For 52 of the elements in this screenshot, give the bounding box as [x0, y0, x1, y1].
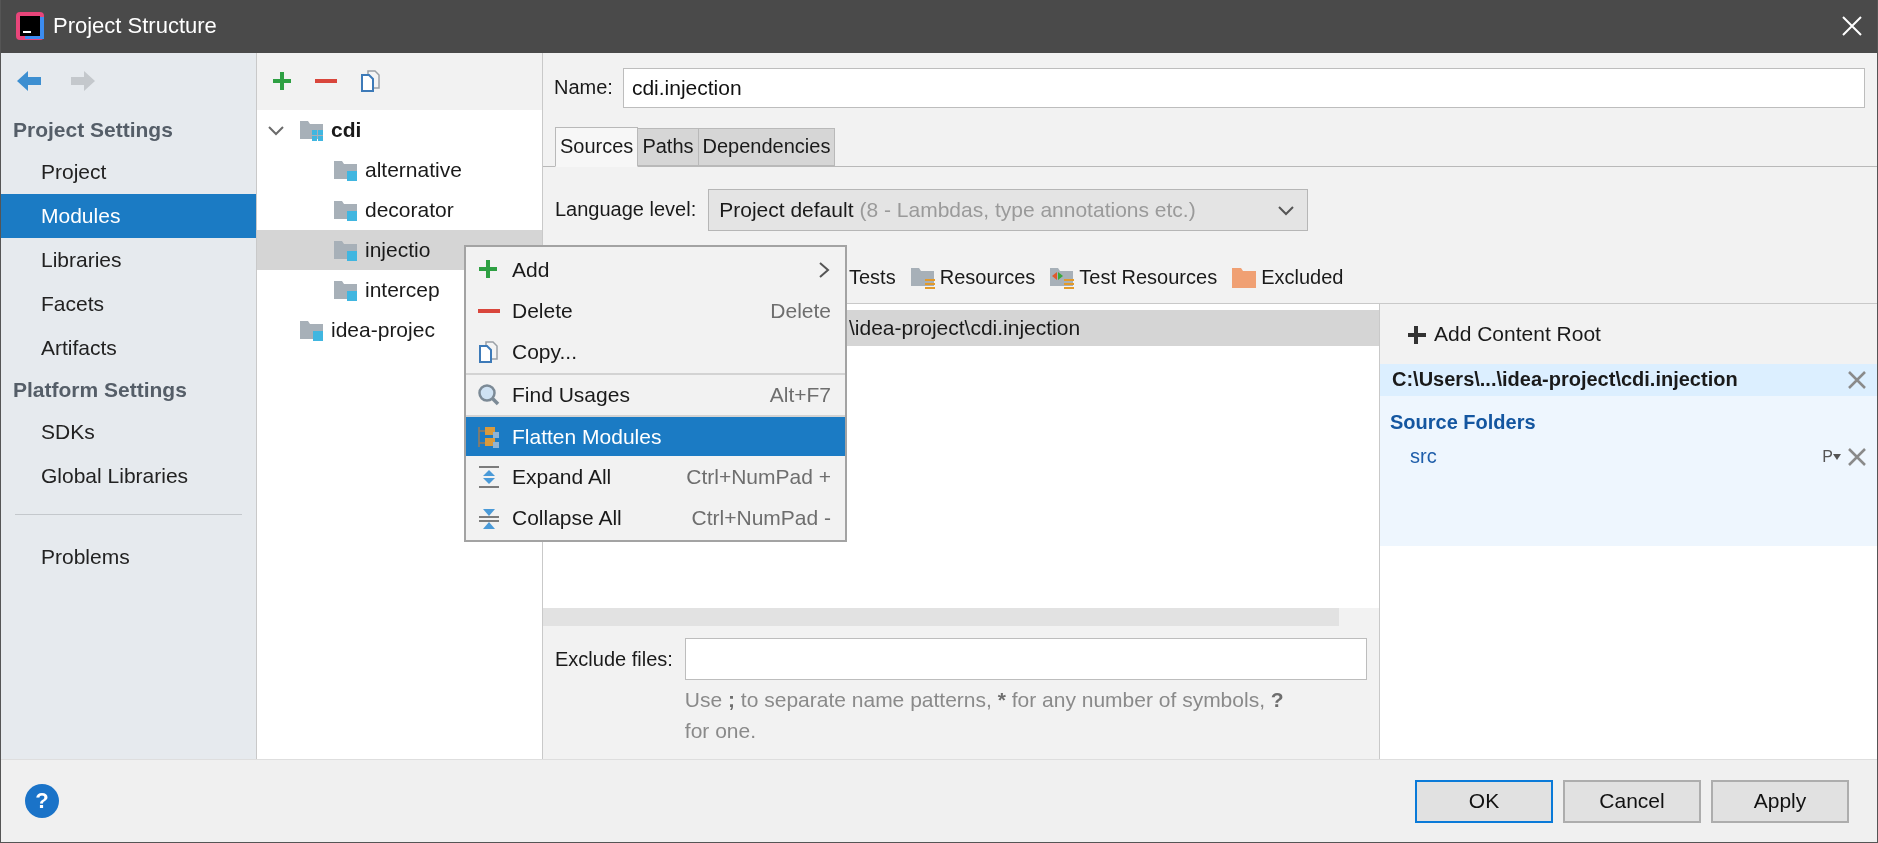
- add-icon[interactable]: [271, 70, 293, 93]
- tree-item[interactable]: cdi: [257, 109, 542, 150]
- sidebar-item[interactable]: Problems: [1, 534, 256, 579]
- menu-item[interactable]: Flatten Modules: [466, 415, 845, 456]
- plus-icon: [1406, 323, 1426, 344]
- tree-item[interactable]: alternative: [257, 149, 542, 190]
- expand-all-icon: [477, 464, 501, 489]
- name-field[interactable]: cdi.injection: [622, 67, 1865, 108]
- copy-icon[interactable]: [359, 69, 383, 94]
- flatten-tree-icon: [477, 424, 501, 449]
- remove-icon[interactable]: [315, 79, 337, 84]
- tab[interactable]: Paths: [637, 127, 699, 166]
- mark-as-button[interactable]: Test Resources: [1079, 266, 1218, 290]
- name-label: Name:: [554, 76, 613, 100]
- add-content-root-button[interactable]: Add Content Root: [1380, 303, 1877, 364]
- exclude-files-label: Exclude files:: [555, 647, 673, 671]
- language-level-dropdown[interactable]: Project default (8 - Lambdas, type annotations etc.): [708, 188, 1309, 231]
- section-heading: Platform Settings: [12, 376, 188, 403]
- dialog-button[interactable]: OK: [1415, 779, 1553, 823]
- delete-icon: [478, 308, 500, 313]
- exclude-files-hint: Use ; to separate name patterns, * for any number of symbols, ? for one.: [684, 687, 1285, 745]
- copy-icon: [477, 339, 501, 364]
- tab[interactable]: Sources: [555, 126, 639, 167]
- sidebar-item[interactable]: Libraries: [1, 237, 256, 282]
- section-heading: Project Settings: [12, 116, 174, 143]
- mark-as-button[interactable]: Resources: [939, 266, 1036, 290]
- language-level-label: Language level:: [555, 198, 697, 222]
- sidebar-item[interactable]: SDKs: [1, 409, 256, 454]
- dropdown-arrow-icon: [1833, 453, 1841, 460]
- sidebar-item[interactable]: Modules: [1, 193, 256, 238]
- dialog-button[interactable]: Cancel: [1563, 779, 1701, 823]
- mark-as-button[interactable]: Excluded: [1261, 266, 1344, 290]
- tab[interactable]: Dependencies: [697, 127, 836, 166]
- tree-item[interactable]: decorator: [257, 189, 542, 230]
- horizontal-scrollbar[interactable]: [543, 608, 1339, 627]
- source-folders-heading: Source Folders: [1389, 410, 1537, 436]
- app-logo-icon: [15, 11, 45, 42]
- window-title: Project Structure: [53, 13, 217, 40]
- sidebar-item[interactable]: Global Libraries: [1, 453, 256, 498]
- mark-as-button[interactable]: Tests: [849, 266, 896, 290]
- exclude-files-field[interactable]: [684, 638, 1367, 681]
- menu-item[interactable]: Collapse All Ctrl+NumPad -: [466, 497, 845, 538]
- sidebar-item[interactable]: Facets: [1, 281, 256, 326]
- content-root-path: C:\Users\...\idea-project\cdi.injection: [1380, 363, 1877, 396]
- source-folder-name: src: [1410, 445, 1437, 469]
- help-button[interactable]: ?: [25, 784, 59, 819]
- sidebar-item[interactable]: Project: [1, 149, 256, 194]
- package-prefix-button[interactable]: P: [1822, 447, 1845, 466]
- sidebar-item[interactable]: Artifacts: [1, 325, 256, 370]
- menu-item[interactable]: Expand All Ctrl+NumPad +: [466, 456, 845, 497]
- search-icon: [477, 382, 501, 407]
- dialog-button[interactable]: Apply: [1711, 779, 1849, 823]
